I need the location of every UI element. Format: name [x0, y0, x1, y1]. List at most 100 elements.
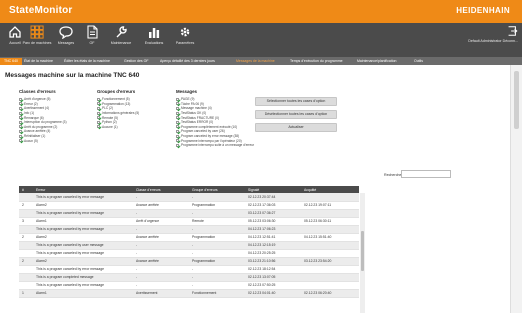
table-cell	[19, 281, 33, 290]
checkbox-group[interactable]: Aucune (1)	[97, 125, 139, 130]
table-cell: Alarm2	[33, 233, 133, 242]
column-header-signale[interactable]: Signalé	[245, 186, 301, 193]
check-icon	[19, 134, 22, 138]
tab-apercu-detaille[interactable]: Aperçu détaillé des 3 derniers jours	[156, 58, 219, 65]
table-cell: This is a program canceled by error mess…	[33, 265, 133, 274]
checkbox-label: Fonctionnement (5)	[102, 97, 130, 102]
tab-outils[interactable]: Outils	[410, 58, 427, 65]
column-header-classe[interactable]: Classe d'erreurs	[133, 186, 189, 193]
table-row[interactable]: This is a program canceled by error mess…	[19, 249, 359, 258]
tab-editer-etats[interactable]: Éditer les états de la machine	[60, 58, 114, 65]
tab-maintenance-planification[interactable]: Maintenance/planification	[353, 58, 401, 65]
checkbox-label: Program canceled by user (26)	[181, 129, 225, 134]
checkbox-label: PAGE (9)	[181, 97, 195, 102]
checkbox-message[interactable]: Programme interrompu suite à un message …	[176, 143, 254, 148]
check-icon	[19, 111, 22, 115]
checkbox-label: Remarque (6)	[24, 115, 44, 120]
checkbox-label: Programme complètement exécuté (10)	[181, 124, 238, 129]
column-header-groupe[interactable]: Groupe d'erreurs	[189, 186, 245, 193]
toolbar-label-maintenance: Maintenance	[110, 41, 132, 45]
table-row[interactable]: 2 Alarm2 Avance arrêtée Programmation 02.12.…	[19, 201, 359, 210]
column-header-index[interactable]: #	[19, 186, 33, 193]
tab-tnc640[interactable]: TNC 640	[0, 58, 23, 65]
table-row[interactable]: 2 Alarm2 Avance arrêtée Programmation 03.12.…	[19, 257, 359, 266]
wrench-icon	[116, 26, 127, 38]
check-icon	[97, 120, 100, 124]
check-icon	[19, 116, 22, 120]
table-cell: -	[189, 241, 245, 250]
checkbox-label: Message machine (4)	[181, 106, 212, 111]
table-scrollbar[interactable]	[360, 193, 365, 313]
tab-etat-machine[interactable]: État de la machine	[20, 58, 57, 65]
checkbox-class[interactable]: Aucun (5)	[19, 138, 67, 143]
table-cell: Remote	[189, 217, 245, 226]
table-row[interactable]: This is a program canceled by error mess…	[19, 209, 359, 218]
table-row[interactable]: This is a program canceled by error mess…	[19, 193, 359, 202]
checkbox-label: Program canceled by error message (38)	[181, 134, 240, 139]
table-row[interactable]: 2 Alarm2 Avance arrêtée Programmation 04.12.…	[19, 233, 359, 242]
check-icon	[19, 102, 22, 106]
table-cell: 03.12.23 23:54:20	[301, 257, 359, 266]
deselect-all-button[interactable]: Désélectionner toutes les cases d'option	[255, 110, 337, 119]
logout-icon	[508, 26, 518, 36]
table-header-row: # Erreur Classe d'erreurs Groupe d'erreu…	[19, 186, 359, 193]
filter-title-classes: Classes d'erreurs	[19, 89, 56, 94]
check-icon	[19, 139, 22, 143]
tab-gestion-of[interactable]: Gestion des OF	[120, 58, 153, 65]
page-title: Messages machine sur la machine TNC 640	[5, 72, 140, 79]
checkbox-label: Aucune (1)	[102, 124, 118, 129]
checkbox-label: PLC (2)	[102, 106, 113, 111]
table-cell: 04.12.23 12:15:19	[245, 241, 301, 250]
table-cell: This is a program canceled by user messa…	[33, 241, 133, 250]
checkbox-group[interactable]: Informations générales (5)	[97, 111, 139, 116]
column-header-erreur[interactable]: Erreur	[33, 186, 133, 193]
checkbox-label: Info (1)	[24, 111, 35, 116]
table-body: This is a program canceled by error mess…	[19, 193, 359, 298]
checkbox-class[interactable]: Interruption du programme (3)	[19, 120, 67, 125]
check-icon	[176, 116, 179, 120]
table-row[interactable]: This is a program canceled by user messa…	[19, 241, 359, 250]
table-cell: -	[133, 281, 189, 290]
table-row[interactable]: This is a program canceled by error mess…	[19, 265, 359, 274]
table-cell: -	[133, 241, 189, 250]
table-cell: Alarm2	[33, 201, 133, 210]
table-row[interactable]: This is a program canceled by error mess…	[19, 225, 359, 234]
table-row[interactable]: 1 Alarm1 Avertissement Fonctionnement 02.12.…	[19, 289, 359, 298]
tab-messages-machine[interactable]: Messages de la machine	[232, 58, 279, 65]
checkbox-label: TestStatus ERROR (0)	[181, 120, 214, 125]
table-cell: 02.12.23 06:20:40	[301, 289, 359, 298]
table-scrollbar-thumb[interactable]	[361, 231, 364, 271]
check-icon	[176, 97, 179, 101]
table-row[interactable]: This is a program canceled by error mess…	[19, 281, 359, 290]
table-cell: 05.12.23 03:06:30	[245, 217, 301, 226]
table-cell: Fonctionnement	[189, 289, 245, 298]
table-cell: -	[133, 209, 189, 218]
page-scrollbar[interactable]	[510, 65, 522, 313]
toolbar-item-parametres[interactable]: Paramètres	[164, 25, 206, 45]
tab-temps-execution[interactable]: Temps d'exécution du programme	[286, 58, 347, 65]
table-row[interactable]: This is a program completed message - -02.…	[19, 273, 359, 282]
check-icon	[19, 120, 22, 124]
table-cell: Alarm1	[33, 217, 133, 226]
table-cell: 04.12.23 12:51:41	[245, 233, 301, 242]
check-icon	[97, 106, 100, 110]
table-cell: -	[133, 273, 189, 282]
check-icon	[97, 111, 100, 115]
page-scrollbar-thumb[interactable]	[514, 71, 519, 129]
table-cell: 02.12.23 19:07:11	[301, 201, 359, 210]
column-header-acquitte[interactable]: Acquitté	[301, 186, 359, 193]
table-row[interactable]: 3 Alarm1 Arrêt d'urgence Remote 05.12.23 03:…	[19, 217, 359, 226]
heidenhain-logo: HEIDENHAIN	[456, 6, 510, 15]
filter-group-classes: Classes d'erreurs Arrêt d'urgence (5) Er…	[19, 89, 67, 143]
check-icon	[176, 139, 179, 143]
table-cell: 04.12.23 15:51:40	[301, 233, 359, 242]
select-all-button[interactable]: Sélectionner toutes les cases d'option	[255, 97, 337, 106]
check-icon	[97, 102, 100, 106]
user-logout[interactable]: Default Administrator Déconn...	[468, 25, 518, 43]
checkbox-label: Tâche PA 06 (9)	[181, 101, 204, 106]
filter-group-groups: Groupes d'erreurs Fonctionnement (5) Pro…	[97, 89, 139, 129]
table-cell: This is a program canceled by error mess…	[33, 281, 133, 290]
table-cell: 2	[19, 201, 33, 210]
refresh-button[interactable]: Actualiser	[255, 123, 337, 132]
search-input[interactable]	[401, 170, 451, 178]
